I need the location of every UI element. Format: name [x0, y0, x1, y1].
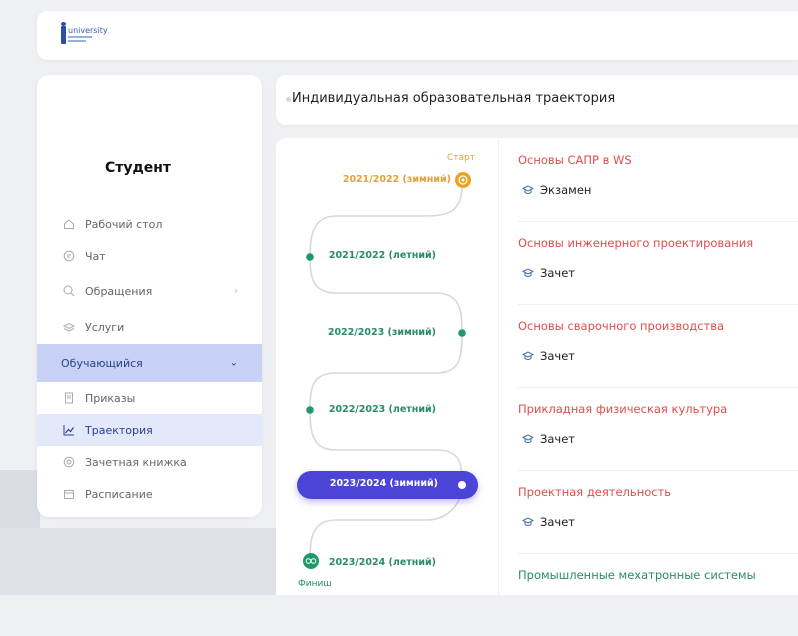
sidebar-item-label: Чат: [85, 249, 106, 263]
sidebar-item-label: Обращения: [85, 284, 153, 298]
course-name[interactable]: Основы инженерного проектирования: [518, 236, 753, 250]
column-divider: [498, 138, 499, 595]
course-name[interactable]: Основы сварочного производства: [518, 319, 724, 333]
sidebar-item-schedule[interactable]: Расписание: [37, 478, 262, 510]
assessment-type: Зачет: [540, 349, 575, 363]
assessment-type: Зачет: [540, 266, 575, 280]
course-item[interactable]: Основы инженерного проектирования Зачет: [518, 221, 798, 305]
logo-subline: [68, 40, 86, 42]
sidebar-item-label: Расписание: [85, 487, 153, 501]
graduation-cap-icon: [522, 517, 534, 527]
graduation-cap-icon: [522, 351, 534, 361]
course-assessment: Зачет: [522, 266, 575, 280]
course-assessment: Экзамен: [522, 183, 591, 197]
semester-label[interactable]: 2021/2022 (летний): [301, 250, 436, 261]
finish-label: Финиш: [298, 579, 332, 589]
assessment-type: Зачет: [540, 432, 575, 446]
logo-subline: [68, 36, 92, 38]
sidebar-item-appeals[interactable]: Обращения ›: [37, 275, 262, 307]
appeal-icon: [63, 285, 75, 297]
semester-label[interactable]: 2021/2022 (зимний): [316, 174, 451, 185]
chevron-right-icon: ›: [234, 285, 238, 297]
graduation-cap-icon: [522, 185, 534, 195]
sidebar-item-chat[interactable]: Чат: [37, 240, 262, 272]
sidebar-section-label: Обучающийся: [61, 356, 143, 370]
course-assessment: Зачет: [522, 432, 575, 446]
sidebar-item-orders[interactable]: Приказы: [37, 382, 262, 414]
badge-icon: [63, 456, 75, 468]
logo-word: university: [68, 26, 108, 35]
home-icon: [63, 218, 75, 230]
semester-label: 2023/2024 (зимний): [329, 478, 438, 489]
semester-label[interactable]: 2023/2024 (летний): [301, 557, 436, 568]
trajectory-card: Старт 2021/2022 (зимний) 2021/2022 (летн…: [276, 138, 798, 595]
assessment-type: Зачет: [540, 515, 575, 529]
graduation-cap-icon: [522, 268, 534, 278]
course-item[interactable]: Проектная деятельность Зачет: [518, 470, 798, 554]
current-dot: [458, 481, 466, 489]
title-bullet: [286, 97, 291, 102]
course-assessment: Зачет: [522, 515, 575, 529]
sidebar: Студент Рабочий стол Чат Обращения › Усл…: [37, 75, 262, 517]
layers-icon: [63, 321, 75, 333]
sidebar-item-trajectory[interactable]: Траектория: [37, 414, 262, 446]
semester-current[interactable]: 2023/2024 (зимний): [297, 471, 478, 499]
page-header: Индивидуальная образовательная траектори…: [276, 75, 798, 125]
sidebar-item-label: Траектория: [85, 423, 153, 437]
trajectory-path: [306, 185, 466, 562]
course-name[interactable]: Прикладная физическая культура: [518, 402, 727, 416]
course-name[interactable]: Основы САПР в WS: [518, 153, 632, 167]
assessment-type: Экзамен: [540, 183, 592, 197]
sidebar-item-label: Приказы: [85, 391, 136, 405]
logo-mark: [61, 26, 66, 44]
finish-icon: [303, 553, 319, 569]
semester-label[interactable]: 2022/2023 (зимний): [301, 327, 436, 338]
course-name[interactable]: Проектная деятельность: [518, 485, 671, 499]
course-assessment: Зачет: [522, 349, 575, 363]
graduation-cap-icon: [522, 434, 534, 444]
semester-label[interactable]: 2022/2023 (летний): [301, 404, 436, 415]
top-bar: university: [37, 11, 798, 60]
start-icon: [455, 172, 471, 188]
document-icon: [63, 392, 75, 404]
chat-icon: [63, 250, 75, 262]
node-dot: [458, 329, 466, 337]
sidebar-section-student[interactable]: Обучающийся ⌄: [37, 344, 262, 382]
sidebar-item-label: Рабочий стол: [85, 217, 163, 231]
course-item[interactable]: Основы САПР в WS Экзамен: [518, 138, 798, 222]
chart-line-icon: [63, 424, 75, 436]
sidebar-item-dashboard[interactable]: Рабочий стол: [37, 208, 262, 240]
university-logo[interactable]: university: [61, 22, 108, 47]
chevron-down-icon: ⌄: [229, 357, 238, 369]
sidebar-item-label: Услуги: [85, 320, 125, 334]
role-title: Студент: [104, 160, 172, 176]
sidebar-item-label: Зачетная книжка: [85, 455, 187, 469]
course-item[interactable]: Прикладная физическая культура Зачет: [518, 387, 798, 471]
start-label: Старт: [447, 153, 475, 163]
sidebar-item-gradebook[interactable]: Зачетная книжка: [37, 446, 262, 478]
calendar-icon: [63, 488, 75, 500]
course-name[interactable]: Промышленные мехатронные системы: [518, 568, 756, 582]
course-item[interactable]: Основы сварочного производства Зачет: [518, 304, 798, 388]
sidebar-item-services[interactable]: Услуги: [37, 311, 262, 343]
page-title: Индивидуальная образовательная траектори…: [292, 91, 616, 106]
